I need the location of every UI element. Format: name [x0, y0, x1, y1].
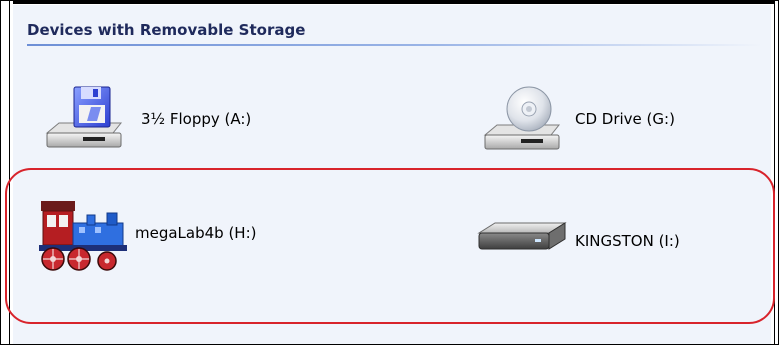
highlight-annotation-ring: [5, 168, 775, 324]
group-header-divider: [27, 44, 762, 46]
device-cd-g[interactable]: CD Drive (G:): [475, 83, 675, 155]
explorer-window: Devices with Removable Storage 3½ Floppy…: [0, 0, 779, 345]
device-label-floppy: 3½ Floppy (A:): [141, 110, 252, 128]
group-header-removable-storage: Devices with Removable Storage: [27, 21, 306, 39]
device-label-cd: CD Drive (G:): [575, 110, 675, 128]
device-floppy-a[interactable]: 3½ Floppy (A:): [41, 83, 251, 155]
cd-drive-icon: [475, 83, 571, 155]
window-top-border: [1, 1, 778, 4]
floppy-drive-icon: [41, 83, 137, 155]
